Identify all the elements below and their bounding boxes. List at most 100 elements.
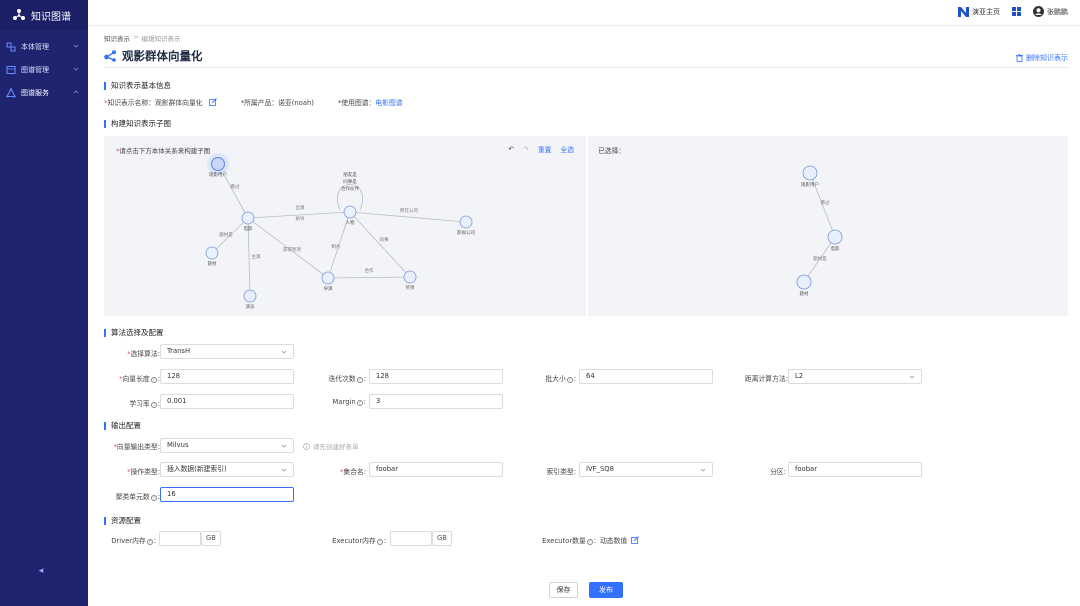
help-icon[interactable]: ?: [586, 539, 593, 545]
user-menu[interactable]: 张鹏鹏: [1033, 6, 1068, 17]
batch-size-input[interactable]: 64: [579, 369, 713, 384]
help-icon[interactable]: ?: [566, 377, 573, 383]
chevron-up-icon: [73, 90, 79, 94]
input-value: 128: [376, 372, 389, 380]
algorithm-select[interactable]: TransH: [160, 344, 294, 359]
node-label: 观影用户: [209, 171, 227, 178]
delete-button[interactable]: 删除知识表示: [1016, 53, 1068, 63]
label-text: 批大小: [545, 375, 566, 383]
partition-input[interactable]: foobar: [788, 462, 922, 477]
sidebar-item-label: 本体管理: [21, 42, 49, 51]
label-text: 选择算法:: [130, 350, 160, 358]
edge-label: 获得奖项: [283, 246, 301, 253]
sidebar-item-graph-manage[interactable]: 图谱管理: [0, 58, 88, 81]
section-algorithm: 算法选择及配置: [104, 327, 164, 338]
output-type-select[interactable]: Milvus: [160, 438, 294, 453]
label-text: 索引类型:: [546, 468, 576, 476]
help-icon[interactable]: ?: [376, 539, 383, 545]
sidebar-item-ontology[interactable]: 本体管理: [0, 35, 88, 58]
chevron-down-icon: [700, 468, 706, 472]
graph-node[interactable]: [343, 205, 357, 219]
margin-label: Margin?:: [332, 398, 366, 406]
graph-node[interactable]: [459, 215, 473, 229]
label-text: 分区:: [770, 468, 786, 476]
help-icon[interactable]: ?: [356, 377, 363, 383]
label-text: 迭代次数: [328, 375, 356, 383]
learning-rate-label: 学习率?:: [129, 400, 160, 408]
edge-label: 合作: [365, 267, 374, 274]
apps-grid-button[interactable]: [1012, 7, 1021, 16]
cluster-units-input[interactable]: 16: [160, 487, 294, 502]
node-label: 观影用户: [801, 181, 819, 188]
sidebar-item-graph-service[interactable]: 图谱服务: [0, 81, 88, 104]
graph-node-selected[interactable]: [211, 157, 225, 171]
operation-type-select[interactable]: 插入数据(新建索引): [160, 462, 294, 477]
iterations-input[interactable]: 128: [369, 369, 503, 384]
edit-icon[interactable]: [631, 536, 640, 544]
section-title: 构建知识表示子图: [111, 119, 171, 128]
save-button[interactable]: 保存: [549, 582, 578, 598]
executor-memory-unit: GB: [432, 531, 452, 546]
home-link[interactable]: 演亚主页: [958, 6, 1000, 17]
learning-rate-input[interactable]: 0.001: [160, 394, 294, 409]
app-logo[interactable]: 知识图谱: [0, 0, 88, 30]
graph-node[interactable]: [241, 211, 255, 225]
name-label: 知识表示名称：: [107, 99, 155, 107]
graph-node[interactable]: [802, 165, 818, 181]
ontology-graph-canvas[interactable]: *请点击下方本体关系来构建子图 ↶ ↷ 重置 全选 看过 题材是 主演 出演 执…: [104, 136, 586, 316]
page-title: 观影群体向量化: [104, 48, 203, 64]
collapse-sidebar-icon[interactable]: ◂: [35, 566, 47, 578]
driver-memory-unit: GB: [201, 531, 221, 546]
driver-memory-input[interactable]: [159, 531, 201, 546]
input-value: foobar: [795, 465, 817, 473]
label-text: Driver内存: [111, 537, 146, 545]
title-divider: [104, 67, 1068, 68]
edge-label: 出演: [296, 204, 305, 211]
input-value: 0.001: [167, 397, 187, 405]
name-value: 观影群体向量化: [154, 99, 203, 107]
graph-edge[interactable]: [349, 211, 411, 278]
graph-node[interactable]: [205, 246, 219, 260]
help-icon[interactable]: ?: [150, 495, 157, 501]
input-value: 128: [167, 372, 180, 380]
select-value: Milvus: [167, 441, 189, 449]
index-type-label: 索引类型:: [524, 466, 576, 476]
input-value: 16: [167, 490, 176, 498]
selected-graph-svg: 看过 题材是 观影用户 电影 题材: [796, 165, 843, 297]
selected-graph-canvas[interactable]: 已选择： 看过 题材是 观影用户 电影 题材: [588, 136, 1068, 316]
section-basic-info: 知识表示基本信息: [104, 80, 171, 91]
executor-memory-input[interactable]: [390, 531, 432, 546]
vector-length-input[interactable]: 128: [160, 369, 294, 384]
graph-node[interactable]: [796, 274, 812, 290]
loop-label: 合作伙伴: [341, 185, 359, 192]
distance-method-select[interactable]: L2: [788, 369, 922, 384]
help-icon[interactable]: ?: [146, 539, 153, 545]
collection-name-input[interactable]: foobar: [369, 462, 503, 477]
distance-method-label: 距离计算方法:: [728, 373, 788, 383]
section-title: 输出配置: [111, 421, 141, 430]
help-icon[interactable]: ?: [150, 377, 157, 383]
product-value: 诺亚(noah): [278, 99, 314, 107]
top-bar: 演亚主页 张鹏鹏: [88, 0, 1080, 26]
ontology-icon: [6, 42, 16, 51]
index-type-select[interactable]: IVF_SQ8: [579, 462, 713, 477]
breadcrumb-root[interactable]: 知识表示: [104, 33, 130, 43]
graph-node[interactable]: [403, 270, 417, 284]
publish-button[interactable]: 发布: [589, 582, 623, 598]
graph-node[interactable]: [321, 271, 335, 285]
graph-node[interactable]: [827, 229, 843, 245]
input-value: foobar: [376, 465, 398, 473]
section-output: 输出配置: [104, 420, 141, 431]
help-icon[interactable]: ?: [356, 400, 363, 406]
graph-edge[interactable]: [327, 276, 411, 279]
graph-link[interactable]: 电影图谱: [375, 99, 402, 107]
graph-node[interactable]: [243, 289, 257, 303]
chevron-down-icon: [281, 468, 287, 472]
margin-input[interactable]: 3: [369, 394, 503, 409]
operation-type-label: *操作类型:: [127, 468, 160, 476]
graph-service-icon: [6, 87, 16, 98]
edit-icon[interactable]: [208, 98, 217, 106]
help-icon[interactable]: ?: [150, 402, 157, 408]
selected-edges: [803, 172, 836, 283]
collection-name-label: *集合名:: [339, 468, 366, 476]
